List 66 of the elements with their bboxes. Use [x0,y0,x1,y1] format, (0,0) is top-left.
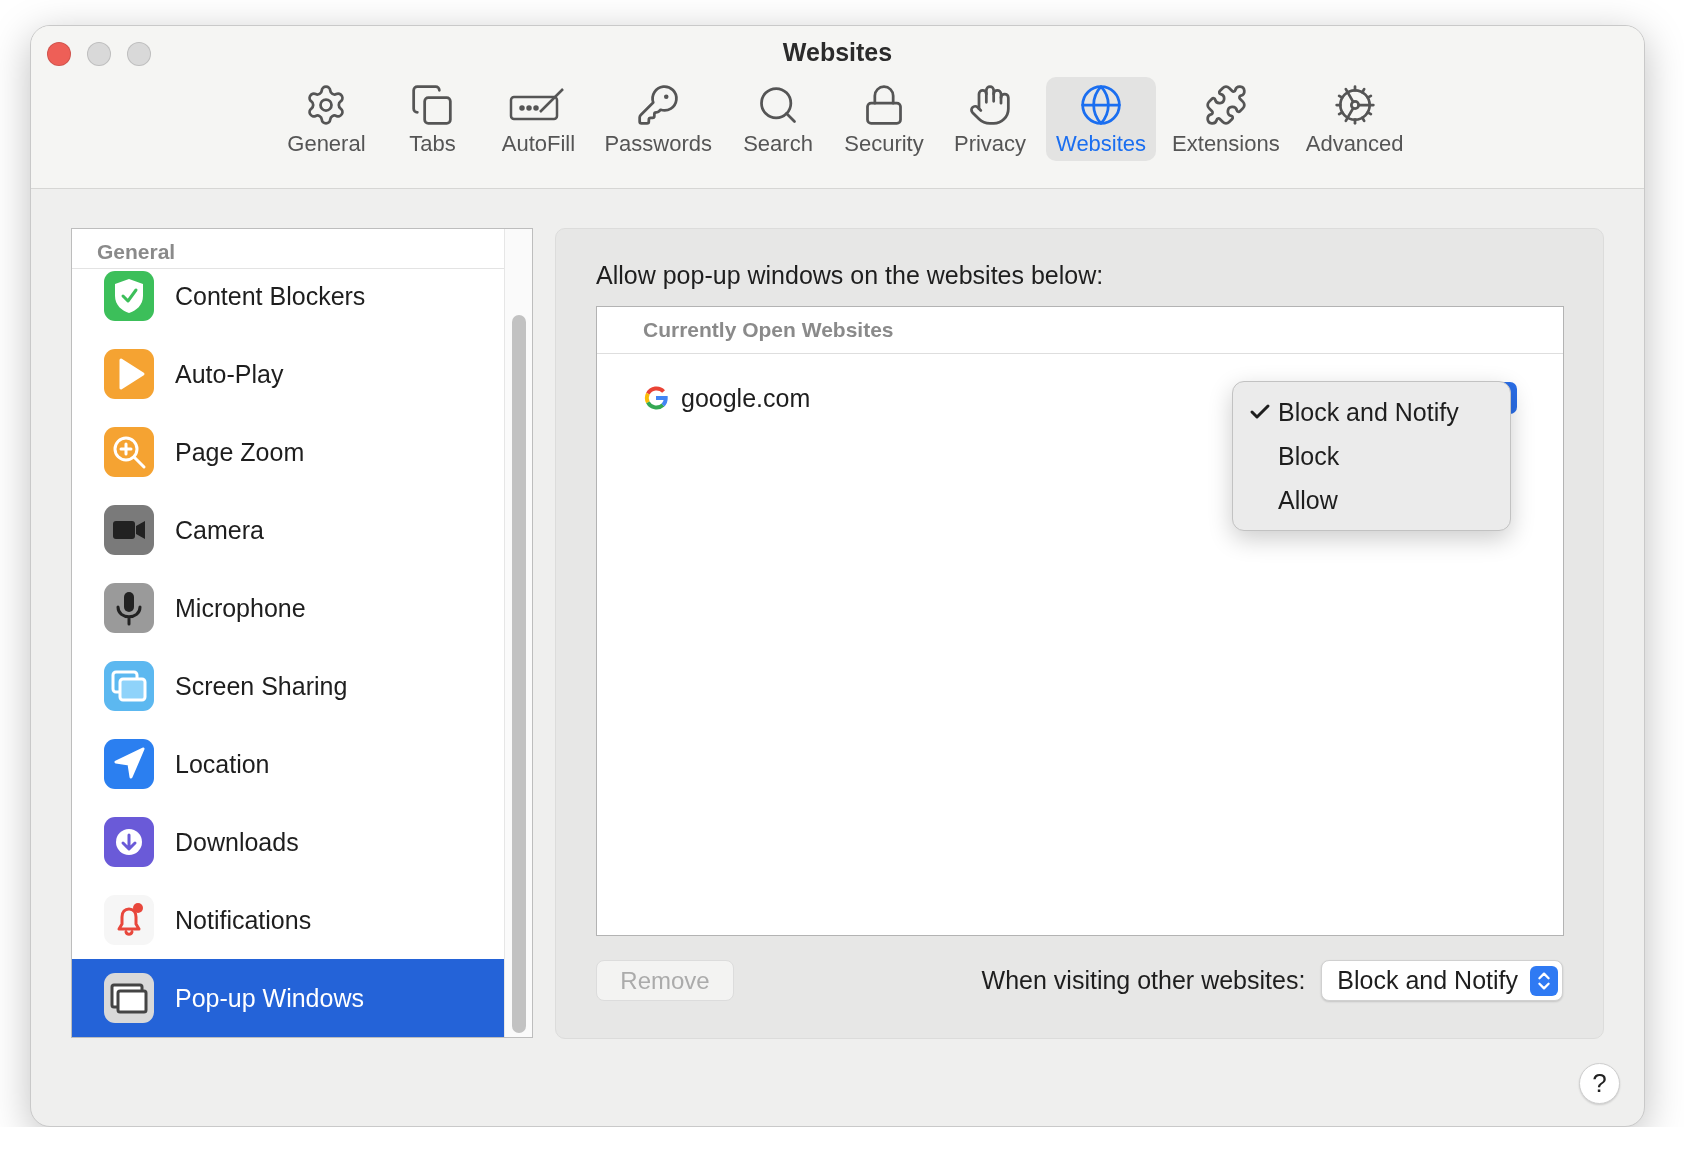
toolbar-tab[interactable]: Websites [1046,77,1157,161]
setting-popup[interactable]: Block and Notify [1321,960,1563,1001]
download-icon [103,816,155,868]
menu-item[interactable]: Block [1233,434,1510,478]
close-button[interactable] [47,42,71,66]
bell-icon [103,894,155,946]
default-setting-label: When visiting other websites: [981,966,1306,995]
sidebar-item[interactable]: Page Zoom [72,413,504,491]
sidebar-item-label: Screen Sharing [175,671,348,701]
toolbar-tab[interactable]: General [276,77,377,161]
scrollbar-thumb[interactable] [511,315,526,1033]
sidebar-item[interactable]: Microphone [72,569,504,647]
sidebar-item-label: Location [175,749,270,779]
screens-icon [103,660,155,712]
sidebar-item-label: Content Blockers [175,281,366,311]
sidebar-item[interactable]: Downloads [72,803,504,881]
google-g-icon [643,385,669,411]
microphone-icon [103,582,155,634]
menu-item-label: Allow [1278,485,1338,515]
toolbar-tab[interactable]: Privacy [940,77,1040,161]
toolbar-tab[interactable]: Advanced [1295,77,1414,161]
menu-item-label: Block [1278,441,1340,471]
panel-heading: Allow pop-up windows on the websites below: [596,261,1105,290]
shield-icon [103,270,155,322]
toolbar-tab[interactable]: Tabs [382,77,483,161]
sidebar-item[interactable]: Content Blockers [72,269,504,335]
menu-item[interactable]: Block and Notify [1233,390,1510,434]
column-header: Currently Open Websites [597,307,1563,354]
windows-icon [103,972,155,1024]
sidebar-item-label: Auto-Play [175,359,284,389]
sidebar-item-label: Downloads [175,827,299,857]
menu-item-label: Block and Notify [1278,397,1459,427]
sidebar-item-label: Page Zoom [175,437,305,467]
toolbar-tab[interactable]: Extensions [1162,77,1290,161]
camera-icon [103,504,155,556]
tabs-icon [410,83,455,127]
toolbar-tab[interactable]: AutoFill [488,77,589,161]
section-header: General [72,229,504,269]
sidebar-item-label: Camera [175,515,264,545]
window-title: Websites [782,38,893,67]
gears-icon [1332,83,1377,127]
key-icon [636,83,681,127]
menu-item[interactable]: Allow [1233,478,1510,522]
website-name: google.com [681,383,811,413]
toolbar-tab[interactable]: Search [728,77,828,161]
help-button[interactable]: ? [1579,1063,1620,1104]
sidebar-item-label: Microphone [175,593,306,623]
sidebar-item-label: Notifications [175,905,312,935]
sidebar-item[interactable]: Pop-up Windows [72,959,504,1037]
play-icon [103,348,155,400]
puzzle-icon [1203,83,1248,127]
popup-value: Block and Notify [1337,966,1518,995]
sidebar-item[interactable]: Location [72,725,504,803]
sidebar-item-label: Pop-up Windows [175,983,364,1013]
toolbar-tab[interactable]: Security [834,77,934,161]
sidebar-item[interactable]: Screen Sharing [72,647,504,725]
globe-icon [1079,83,1124,127]
sidebar-item[interactable]: Camera [72,491,504,569]
sidebar-item[interactable]: Notifications [72,881,504,959]
stepper-icon [1530,965,1558,996]
zoom-icon [103,426,155,478]
toolbar-tab[interactable]: Passwords [594,77,722,161]
minimize-button[interactable] [87,42,111,66]
sidebar-item[interactable]: Auto-Play [72,335,504,413]
zoom-button[interactable] [127,42,151,66]
hand-icon [968,83,1012,127]
